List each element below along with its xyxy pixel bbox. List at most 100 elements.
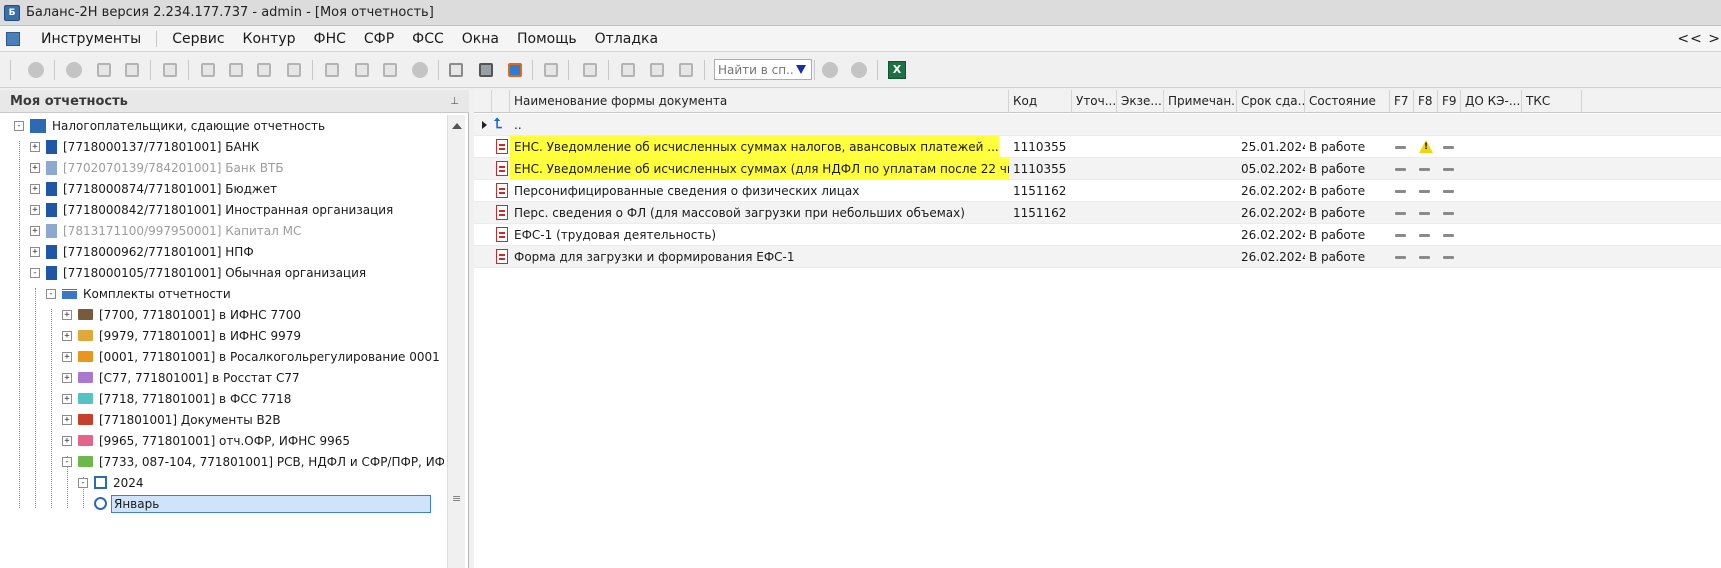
col-deadline-header[interactable]: Срок сда...: [1237, 90, 1305, 113]
col-clarification-header[interactable]: Уточ...: [1072, 90, 1117, 113]
col-note-header[interactable]: Примечан...: [1164, 90, 1237, 113]
col-form-name-header[interactable]: Наименование формы документа: [510, 90, 1009, 113]
tree-expand-icon[interactable]: [618, 60, 638, 80]
collapse-icon[interactable]: -: [14, 120, 24, 131]
f8-dash-icon[interactable]: [1419, 256, 1430, 259]
check-icon[interactable]: [410, 60, 430, 80]
expand-icon[interactable]: +: [62, 435, 72, 446]
tree-item[interactable]: + [7718000842/771801001] Иностранная орга…: [30, 199, 395, 220]
tree-item[interactable]: + [9979, 771801001] в ИФНС 9979: [62, 325, 303, 346]
parent-folder-row[interactable]: ⮤..: [474, 114, 1721, 136]
add-icon[interactable]: [64, 60, 84, 80]
col-indicator[interactable]: [474, 90, 492, 113]
f7-dash-icon[interactable]: [1395, 212, 1406, 215]
menu-fns[interactable]: ФНС: [305, 26, 355, 52]
f9-dash-icon[interactable]: [1443, 168, 1454, 171]
expand-icon[interactable]: +: [30, 246, 40, 257]
print-icon[interactable]: [122, 60, 142, 80]
tree-item[interactable]: + [771801001] Документы В2В: [62, 409, 283, 430]
expand-icon[interactable]: +: [62, 414, 72, 425]
send-icon[interactable]: [254, 60, 274, 80]
expand-icon[interactable]: +: [30, 225, 40, 236]
collapse-icon[interactable]: -: [30, 267, 40, 278]
scroll-grip-icon[interactable]: ≡: [452, 492, 461, 505]
col-icon[interactable]: [492, 90, 510, 113]
package-icon[interactable]: [541, 60, 561, 80]
tree-item[interactable]: + [7718000962/771801001] НПФ: [30, 241, 256, 262]
f8-dash-icon[interactable]: [1419, 234, 1430, 237]
tree-item[interactable]: + [7700, 771801001] в ИФНС 7700: [62, 304, 303, 325]
f7-dash-icon[interactable]: [1395, 168, 1406, 171]
tree-item[interactable]: Январь: [94, 493, 431, 514]
tree-item[interactable]: + [9965, 771801001] отч.ОФР, ИФНС 9965: [62, 430, 352, 451]
menu-scroll-arrows[interactable]: << >: [1677, 26, 1721, 52]
expand-icon[interactable]: +: [62, 330, 72, 341]
col-status-header[interactable]: Состояние: [1305, 90, 1390, 113]
f9-dash-icon[interactable]: [1443, 212, 1454, 215]
f9-dash-icon[interactable]: [1443, 190, 1454, 193]
left-panel-scrollbar[interactable]: ≡: [447, 115, 465, 568]
collapse-icon[interactable]: -: [62, 456, 72, 467]
table-row[interactable]: Форма для загрузки и формирования ЕФС-1 2…: [474, 246, 1721, 268]
table-row[interactable]: ЕНС. Уведомление об исчисленных суммах н…: [474, 136, 1721, 158]
search-input[interactable]: [715, 62, 795, 77]
f8-dash-icon[interactable]: [1419, 168, 1430, 171]
table-row[interactable]: ЕФС-1 (трудовая деятельность) 26.02.2024 В…: [474, 224, 1721, 246]
tree-item[interactable]: - [7718000105/771801001] Обычная организа…: [30, 262, 368, 283]
menu-sfr[interactable]: СФР: [355, 26, 403, 52]
new-document-icon[interactable]: [284, 60, 304, 80]
menu-windows[interactable]: Окна: [453, 26, 508, 52]
hierarchy-icon[interactable]: [676, 60, 696, 80]
f8-dash-icon[interactable]: [1419, 190, 1430, 193]
col-f7-header[interactable]: F7: [1390, 90, 1414, 113]
f9-dash-icon[interactable]: [1443, 234, 1454, 237]
menu-tools[interactable]: Инструменты: [32, 26, 150, 52]
expand-icon[interactable]: +: [62, 351, 72, 362]
tree-item[interactable]: + [7718000137/771801001] БАНК: [30, 136, 261, 157]
tree-collapse-icon[interactable]: [647, 60, 667, 80]
tree-item[interactable]: + [7813171100/997950001] Капитал МС: [30, 220, 303, 241]
collapse-icon[interactable]: -: [78, 477, 88, 488]
tree-item[interactable]: + [7702070139/784201001] Банк ВТБ: [30, 157, 286, 178]
expand-icon[interactable]: +: [30, 204, 40, 215]
calculator-icon[interactable]: [322, 60, 342, 80]
f9-dash-icon[interactable]: [1443, 146, 1454, 149]
col-code-header[interactable]: Код: [1009, 90, 1072, 113]
export-icon[interactable]: [226, 60, 246, 80]
f7-dash-icon[interactable]: [1395, 234, 1406, 237]
tree-item[interactable]: - 2024: [78, 472, 146, 493]
table-row[interactable]: Перс. сведения о ФЛ (для массовой загруз…: [474, 202, 1721, 224]
grid-view-icon[interactable]: [580, 60, 600, 80]
search-dropdown-icon[interactable]: [796, 65, 806, 74]
tree-item[interactable]: + [7718000874/771801001] Бюджет: [30, 178, 279, 199]
col-f9-header[interactable]: F9: [1438, 90, 1461, 113]
col-do-ke-header[interactable]: ДО КЭ-...: [1461, 90, 1522, 113]
expand-icon[interactable]: +: [62, 393, 72, 404]
col-tks-header[interactable]: ТКС: [1522, 90, 1582, 113]
text-icon[interactable]: [380, 60, 400, 80]
tree-item[interactable]: - Налогоплательщики, сдающие отчетность: [14, 115, 327, 136]
table-row[interactable]: Персонифицированные сведения о физически…: [474, 180, 1721, 202]
tree-item[interactable]: + [0001, 771801001] в Росалкогольрегулиро…: [62, 346, 442, 367]
f8-dash-icon[interactable]: [1419, 212, 1430, 215]
pin-icon[interactable]: ⊥: [450, 96, 459, 107]
expand-icon[interactable]: +: [62, 372, 72, 383]
binoculars-icon[interactable]: [26, 60, 46, 80]
expand-icon[interactable]: +: [30, 162, 40, 173]
f9-dash-icon[interactable]: [1443, 256, 1454, 259]
delete-icon[interactable]: [160, 60, 180, 80]
search-combo[interactable]: [714, 59, 812, 80]
convert-icon[interactable]: [505, 60, 525, 80]
expand-icon[interactable]: +: [62, 309, 72, 320]
collapse-icon[interactable]: -: [46, 288, 56, 299]
tree-item[interactable]: + [7718, 771801001] в ФСС 7718: [62, 388, 293, 409]
f7-dash-icon[interactable]: [1395, 190, 1406, 193]
tree-item[interactable]: - Комплекты отчетности: [46, 283, 233, 304]
move-up-icon[interactable]: [849, 60, 869, 80]
f7-dash-icon[interactable]: [1395, 256, 1406, 259]
f7-dash-icon[interactable]: [1395, 146, 1406, 149]
col-copy-header[interactable]: Экзе...: [1117, 90, 1164, 113]
scroll-up-icon[interactable]: [452, 123, 462, 129]
tree-item[interactable]: + [C77, 771801001] в Росстат C77: [62, 367, 302, 388]
excel-icon[interactable]: X: [888, 61, 906, 79]
